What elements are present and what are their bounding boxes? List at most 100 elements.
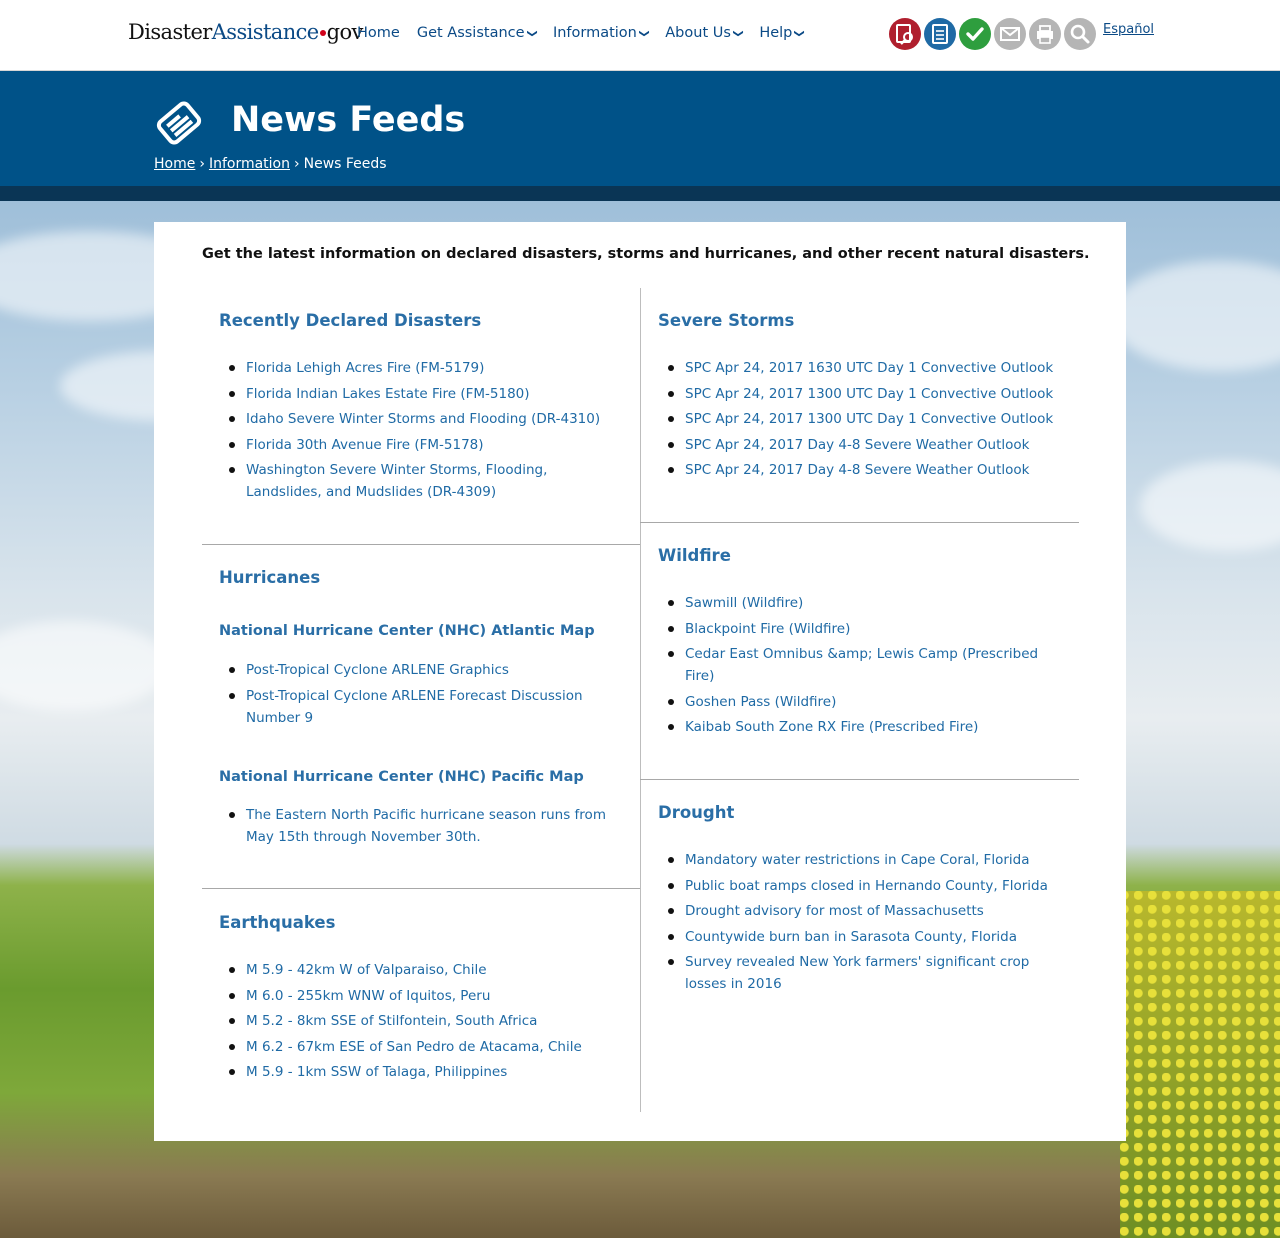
feed-link-text: M 5.9 - 1km SSW of Talaga, Philippines	[246, 1064, 508, 1080]
feed-link[interactable]: Washington Severe Winter Storms, Floodin…	[219, 459, 619, 503]
feed-link-text: SPC Apr 24, 2017 1300 UTC Day 1 Convecti…	[685, 411, 1054, 427]
feed-link[interactable]: Florida Lehigh Acres Fire (FM-5179)	[219, 357, 619, 379]
feed-link-text: Goshen Pass (Wildfire)	[685, 693, 837, 710]
feed-link-text: Kaibab South Zone RX Fire (Prescribed Fi…	[685, 719, 979, 735]
section-title-earthquakes: Earthquakes	[219, 913, 336, 932]
feed-link[interactable]: SPC Apr 24, 2017 1300 UTC Day 1 Convecti…	[658, 408, 1058, 430]
pacific-list: The Eastern North Pacific hurricane seas…	[219, 804, 619, 852]
feed-link[interactable]: Kaibab South Zone RX Fire (Prescribed Fi…	[658, 716, 1058, 738]
espanol-link[interactable]: Español	[1103, 22, 1154, 37]
feed-link[interactable]: Blackpoint Fire (Wildfire)	[658, 618, 1058, 640]
feed-link-text: Sawmill (Wildfire)	[685, 595, 804, 611]
feed-link[interactable]: Post-Tropical Cyclone ARLENE Forecast Di…	[219, 685, 619, 729]
feed-link[interactable]: Florida 30th Avenue Fire (FM-5178)	[219, 434, 619, 456]
email-icon[interactable]	[994, 18, 1026, 50]
nav-get-assistance[interactable]: Get Assistance ❯	[416, 25, 538, 41]
feed-link-text: Blackpoint Fire (Wildfire)	[685, 620, 851, 637]
nav-label: Get Assistance	[416, 25, 525, 41]
feed-link-text: Number 9	[246, 709, 314, 726]
feed-link[interactable]: Sawmill (Wildfire)	[658, 592, 1058, 614]
banner-strip	[0, 186, 1280, 201]
feed-link[interactable]: SPC Apr 24, 2017 Day 4-8 Severe Weather …	[658, 459, 1058, 481]
chevron-down-icon: ❯	[794, 29, 806, 38]
nav-help[interactable]: Help ❯	[759, 25, 806, 41]
feed-link[interactable]: Idaho Severe Winter Storms and Flooding …	[219, 408, 619, 430]
feed-link-text: Florida Lehigh Acres Fire (FM-5179)	[246, 360, 485, 376]
nav-about-us[interactable]: About Us ❯	[665, 25, 743, 41]
find-assistance-icon[interactable]	[889, 18, 921, 50]
feed-link-text: Florida Indian Lakes Estate Fire (FM-518…	[246, 385, 530, 402]
feed-link-text: May 15th through November 30th.	[246, 829, 481, 845]
feed-link[interactable]: SPC Apr 24, 2017 Day 4-8 Severe Weather …	[658, 434, 1058, 456]
feed-link-text: SPC Apr 24, 2017 Day 4-8 Severe Weather …	[685, 462, 1030, 478]
chevron-down-icon: ❯	[526, 29, 538, 38]
atlantic-map-title[interactable]: National Hurricane Center (NHC) Atlantic…	[219, 623, 595, 639]
breadcrumb-separator: ›	[199, 156, 205, 172]
pacific-map-title[interactable]: National Hurricane Center (NHC) Pacific …	[219, 769, 584, 785]
feed-link[interactable]: Public boat ramps closed in Hernando Cou…	[658, 875, 1058, 897]
feed-link[interactable]: M 5.9 - 1km SSW of Talaga, Philippines	[219, 1061, 619, 1083]
feed-link[interactable]: Cedar East Omnibus &amp; Lewis Camp (Pre…	[658, 643, 1058, 687]
drought-list: Mandatory water restrictions in Cape Cor…	[658, 849, 1058, 999]
apply-online-icon[interactable]	[924, 18, 956, 50]
logo-text-assistance: Assistance	[211, 20, 319, 44]
section-divider	[202, 544, 640, 545]
feed-link-text: Florida 30th Avenue Fire (FM-5178)	[246, 436, 484, 453]
section-title-drought: Drought	[658, 803, 735, 822]
feed-link[interactable]: Survey revealed New York farmers' signif…	[658, 951, 1058, 995]
wildfire-list: Sawmill (Wildfire) Blackpoint Fire (Wildf…	[658, 592, 1058, 742]
feed-link-text: losses in 2016	[685, 976, 782, 992]
news-feeds-card: Get the latest information on declared d…	[154, 222, 1126, 1141]
earthquakes-list: M 5.9 - 42km W of Valparaiso, Chile M 6.0…	[219, 959, 619, 1087]
page-title: News Feeds	[231, 100, 466, 140]
feed-link[interactable]: Countywide burn ban in Sarasota County, …	[658, 926, 1058, 948]
feed-link-text: Mandatory water restrictions in Cape Cor…	[685, 852, 1030, 868]
feed-link[interactable]: M 5.2 - 8km SSE of Stilfontein, South Af…	[219, 1010, 619, 1032]
breadcrumb-information[interactable]: Information	[209, 156, 290, 172]
nav-label: About Us	[665, 25, 731, 41]
feed-link[interactable]: The Eastern North Pacific hurricane seas…	[219, 804, 619, 848]
nav-label: Help	[759, 25, 793, 41]
feed-link-text: M 6.2 - 67km ESE of San Pedro de Atacama…	[246, 1038, 582, 1055]
feed-link-text: Idaho Severe Winter Storms and Flooding …	[246, 411, 601, 427]
feed-link-text: Drought advisory for most of Massachuset…	[685, 903, 984, 919]
site-logo[interactable]: DisasterAssistance gov	[128, 20, 363, 44]
feed-link[interactable]: M 6.0 - 255km WNW of Iquitos, Peru	[219, 985, 619, 1007]
feed-link[interactable]: Goshen Pass (Wildfire)	[658, 691, 1058, 713]
feed-link-text: M 5.2 - 8km SSE of Stilfontein, South Af…	[246, 1013, 538, 1029]
feed-link[interactable]: Post-Tropical Cyclone ARLENE Graphics	[219, 659, 619, 681]
feed-link-text: Washington Severe Winter Storms, Floodin…	[246, 462, 548, 478]
print-icon[interactable]	[1029, 18, 1061, 50]
feed-link[interactable]: Drought advisory for most of Massachuset…	[658, 900, 1058, 922]
feed-link-text: Cedar East Omnibus &amp; Lewis Camp (Pre…	[685, 646, 1039, 662]
newspaper-icon	[156, 101, 202, 145]
nav-label: Home	[357, 25, 400, 41]
search-icon[interactable]	[1064, 18, 1096, 50]
nav-label: Information	[552, 25, 637, 41]
nav-home[interactable]: Home	[357, 25, 400, 41]
feed-link[interactable]: M 5.9 - 42km W of Valparaiso, Chile	[219, 959, 619, 981]
breadcrumb-home[interactable]: Home	[154, 156, 195, 172]
feed-link[interactable]: Florida Indian Lakes Estate Fire (FM-518…	[219, 383, 619, 405]
chevron-down-icon: ❯	[638, 29, 650, 38]
check-status-icon[interactable]	[959, 18, 991, 50]
feed-link[interactable]: M 6.2 - 67km ESE of San Pedro de Atacama…	[219, 1036, 619, 1058]
section-title-hurricanes: Hurricanes	[219, 568, 321, 587]
feed-link-text: Public boat ramps closed in Hernando Cou…	[685, 877, 1048, 894]
declared-list: Florida Lehigh Acres Fire (FM-5179) Flori…	[219, 357, 619, 507]
nav-information[interactable]: Information ❯	[552, 25, 650, 41]
section-divider	[640, 522, 1079, 523]
section-title-declared: Recently Declared Disasters	[219, 311, 482, 330]
feed-link-text: The Eastern North Pacific hurricane seas…	[246, 807, 606, 823]
storms-list: SPC Apr 24, 2017 1630 UTC Day 1 Convecti…	[658, 357, 1058, 485]
top-header: DisasterAssistance gov Home Get Assistance…	[0, 0, 1280, 71]
feed-link[interactable]: SPC Apr 24, 2017 1300 UTC Day 1 Convecti…	[658, 383, 1058, 405]
feed-link-text: Post-Tropical Cyclone ARLENE Graphics	[246, 662, 509, 678]
main-nav: Home Get Assistance ❯ Information ❯ About Us ❯…	[357, 25, 821, 41]
feed-link[interactable]: SPC Apr 24, 2017 1630 UTC Day 1 Convecti…	[658, 357, 1058, 379]
feed-link-text: Post-Tropical Cyclone ARLENE Forecast Di…	[246, 687, 583, 704]
breadcrumb: Home › Information › News Feeds	[154, 156, 387, 172]
column-divider	[640, 288, 641, 1112]
feed-link[interactable]: Mandatory water restrictions in Cape Cor…	[658, 849, 1058, 871]
feed-link-text: SPC Apr 24, 2017 1300 UTC Day 1 Convecti…	[685, 385, 1054, 402]
